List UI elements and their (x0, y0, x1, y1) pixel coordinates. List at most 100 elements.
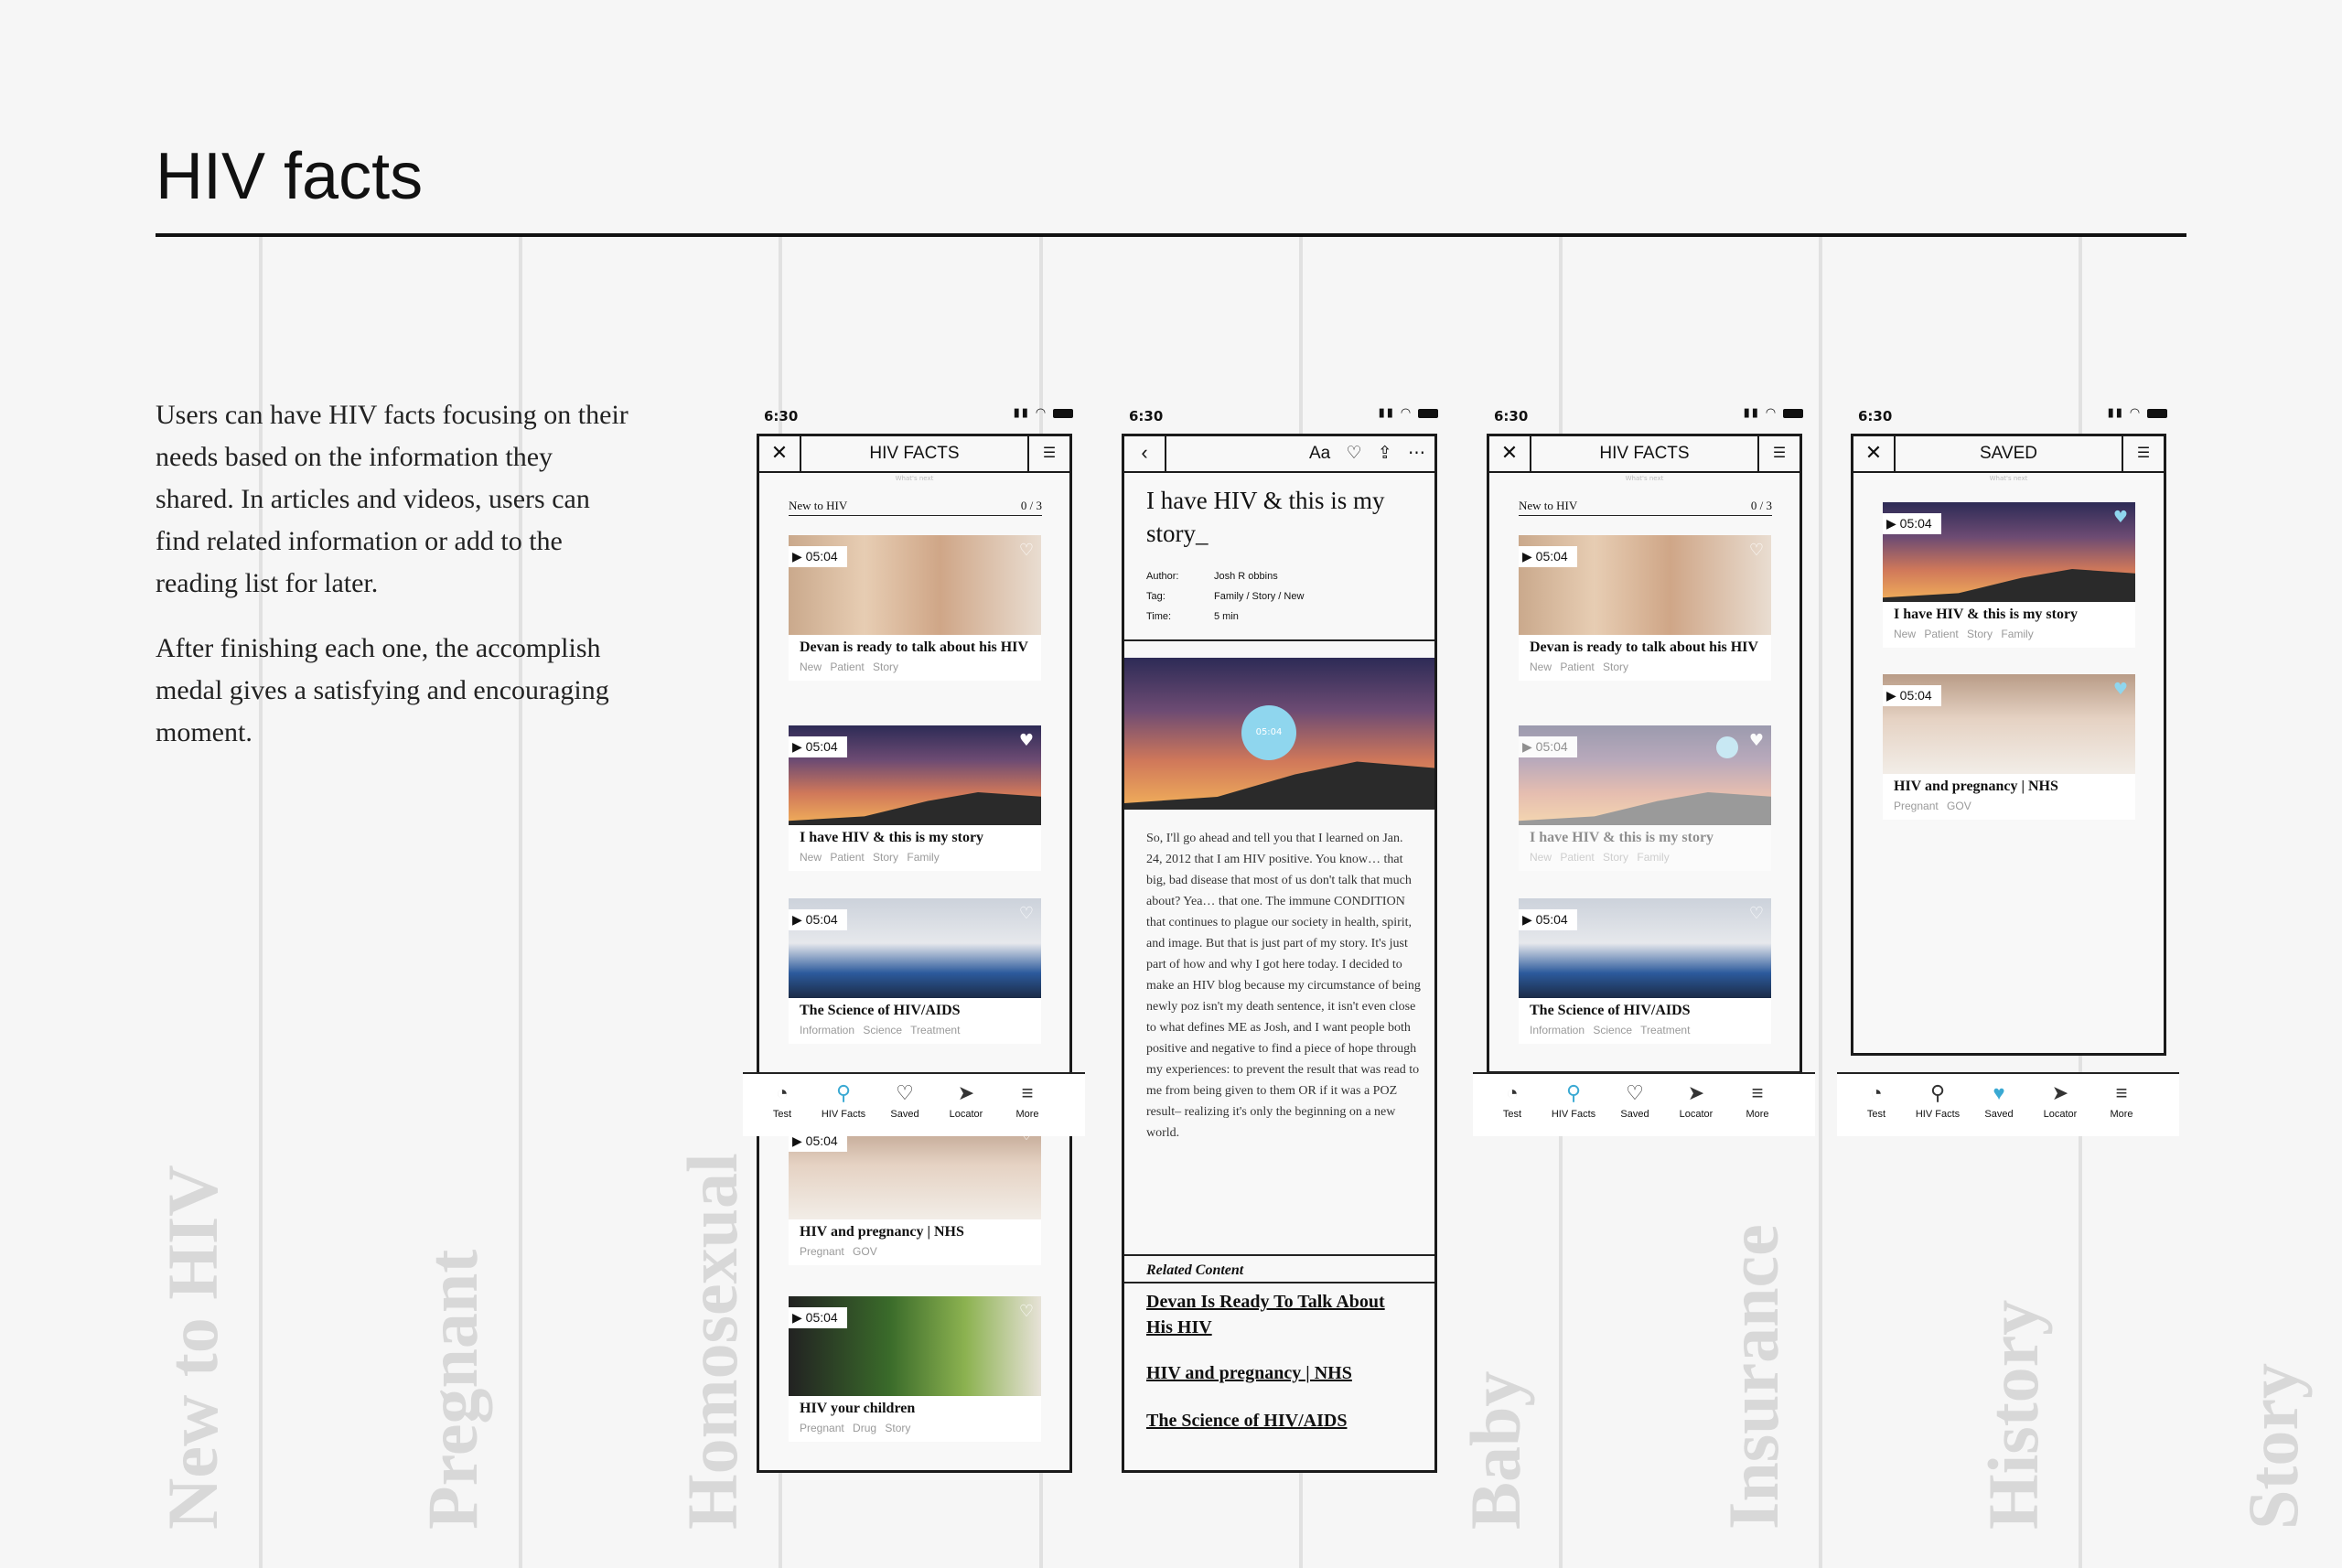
close-icon[interactable]: ✕ (1853, 436, 1896, 471)
tab-more[interactable]: ≡ More (997, 1081, 1058, 1120)
navigation-icon: ➤ (1687, 1081, 1705, 1104)
card-tags: New Patient Story (800, 660, 899, 673)
status-time: 6:30 (764, 408, 799, 424)
video-duration-badge: ▶ 05:04 (1883, 685, 1941, 706)
close-icon[interactable]: ✕ (759, 436, 801, 471)
card-title: Devan is ready to talk about his HIV (800, 639, 1028, 655)
bg-word-insurance: Insurance (1714, 1224, 1793, 1530)
tab-test[interactable]: ◔ Test (1846, 1081, 1907, 1120)
heart-icon[interactable]: ♥ (2113, 510, 2128, 526)
article-card[interactable]: ▶ 05:04 ♡ The Science of HIV/AIDS Inform… (789, 898, 1041, 1044)
article-card[interactable]: ▶ 05:04 ♡ The Science of HIV/AIDS Inform… (1519, 898, 1771, 1044)
card-tags: Pregnant GOV (800, 1245, 877, 1258)
heart-icon[interactable]: ♡ (1019, 906, 1034, 922)
article-card[interactable]: ▶ 05:04 ♡ HIV and pregnancy | NHS Pregna… (789, 1120, 1041, 1265)
card-tags: New Patient Story Family (1894, 628, 2034, 640)
related-content-heading: Related Content (1146, 1262, 1244, 1278)
article-thumbnail: ▶ 05:04 ♡ (789, 535, 1041, 635)
heart-icon[interactable]: ♡ (1749, 906, 1764, 922)
tab-locator[interactable]: ➤ Locator (936, 1081, 996, 1120)
signal-icon: ▮▮ ◠ (2108, 406, 2167, 420)
tab-saved[interactable]: ♥ Saved (1969, 1081, 2029, 1120)
tab-more[interactable]: ≡ More (2091, 1081, 2152, 1120)
card-title: I have HIV & this is my story (1894, 607, 2079, 622)
tab-hiv-facts[interactable]: ⚲ HIV Facts (1543, 1081, 1604, 1120)
video-player[interactable]: 05:04 (1124, 658, 1434, 810)
app-header: ✕ HIV FACTS ☰ (759, 436, 1069, 473)
article-card[interactable]: ▶ 05:04 ♡ Devan is ready to talk about h… (789, 535, 1041, 681)
article-header: ‹ Aa ♡ ⇪ ⋯ (1124, 436, 1434, 473)
tab-more[interactable]: ≡ More (1727, 1081, 1788, 1120)
menu-icon: ≡ (1021, 1081, 1034, 1104)
tab-hiv-facts[interactable]: ⚲ HIV Facts (1907, 1081, 1968, 1120)
heart-icon[interactable]: ♥ (1749, 733, 1764, 749)
description-paragraph-2: After finishing each one, the accomplish… (156, 633, 609, 747)
medal-icon (1716, 736, 1738, 758)
section-title: New to HIV (789, 499, 848, 512)
article-thumbnail: ▶ 05:04 ♡ (789, 898, 1041, 998)
saved-card[interactable]: ▶ 05:04 ♥ I have HIV & this is my story … (1883, 502, 2135, 648)
font-size-button[interactable]: Aa (1309, 444, 1330, 463)
tab-bar: ◔ Test ⚲ HIV Facts ♥ Saved ➤ Locator ≡ More (1837, 1072, 2179, 1136)
heart-icon[interactable]: ♥ (2113, 682, 2128, 698)
play-button[interactable]: 05:04 (1241, 705, 1296, 760)
related-link[interactable]: Devan Is Ready To Talk About His HIV (1146, 1289, 1393, 1340)
filter-icon[interactable]: ☰ (2122, 436, 2164, 471)
video-duration-badge: ▶ 05:04 (789, 546, 847, 567)
video-duration-badge: ▶ 05:04 (1519, 546, 1577, 567)
filter-icon[interactable]: ☰ (1027, 436, 1069, 471)
status-bar: 6:30 ▮▮ ◠ (1858, 403, 2167, 430)
author-label: Author: (1146, 571, 1179, 582)
back-icon[interactable]: ‹ (1124, 436, 1166, 471)
time-label: Time: (1146, 611, 1172, 622)
heart-icon[interactable]: ♡ (1346, 444, 1361, 463)
share-icon[interactable]: ⇪ (1378, 444, 1392, 463)
related-link[interactable]: The Science of HIV/AIDS (1146, 1408, 1347, 1434)
card-tags: Pregnant Drug Story (800, 1422, 911, 1434)
whats-next-label: What's next (1625, 475, 1664, 482)
tab-test[interactable]: ◔ Test (752, 1081, 812, 1120)
heart-icon[interactable]: ♡ (1019, 1304, 1034, 1320)
tag-value: Family / Story / New (1214, 591, 1305, 602)
article-card-completed[interactable]: ▶ 05:04 ♥ I have HIV & this is my story … (1519, 725, 1771, 871)
tab-saved[interactable]: ♡ Saved (1605, 1081, 1665, 1120)
heart-outline-icon: ♡ (896, 1081, 914, 1104)
phone-hiv-facts-completed: ✕ HIV FACTS ☰ What's next New to HIV 0 /… (1487, 434, 1802, 1074)
section-header: New to HIV 0 / 3 (1519, 499, 1772, 516)
card-title: The Science of HIV/AIDS (1530, 1003, 1691, 1018)
bg-word-pregnant: Pregnant (413, 1249, 492, 1530)
tab-locator[interactable]: ➤ Locator (2030, 1081, 2090, 1120)
menu-icon: ≡ (1751, 1081, 1764, 1104)
article-thumbnail: ▶ 05:04 ♥ (789, 725, 1041, 825)
ribbon-icon: ⚲ (835, 1081, 852, 1104)
video-duration-badge: ▶ 05:04 (1519, 736, 1577, 757)
signal-icon: ▮▮ ◠ (1744, 406, 1803, 420)
title-divider (156, 233, 2186, 237)
phone-hiv-facts: ✕ HIV FACTS ☰ What's next New to HIV 0 /… (757, 434, 1072, 1473)
heart-icon[interactable]: ♡ (1749, 542, 1764, 559)
tab-locator[interactable]: ➤ Locator (1666, 1081, 1726, 1120)
heart-icon[interactable]: ♥ (1019, 733, 1034, 749)
saved-card[interactable]: ▶ 05:04 ♥ HIV and pregnancy | NHS Pregna… (1883, 674, 2135, 820)
related-link[interactable]: HIV and pregnancy | NHS (1146, 1360, 1352, 1386)
app-header: ✕ HIV FACTS ☰ (1489, 436, 1799, 473)
article-card[interactable]: ▶ 05:04 ♡ Devan is ready to talk about h… (1519, 535, 1771, 681)
video-duration-badge: ▶ 05:04 (789, 909, 847, 930)
filter-icon[interactable]: ☰ (1757, 436, 1799, 471)
article-card[interactable]: ▶ 05:04 ♥ I have HIV & this is my story … (789, 725, 1041, 871)
heart-icon[interactable]: ♡ (1019, 542, 1034, 559)
article-meta: Author: Josh R obbins Tag: Family / Story … (1146, 566, 1304, 627)
tab-test[interactable]: ◔ Test (1482, 1081, 1542, 1120)
test-icon: ◔ (1506, 1081, 1519, 1104)
tab-saved[interactable]: ♡ Saved (875, 1081, 935, 1120)
card-tags: New Patient Story Family (1530, 851, 1670, 864)
status-time: 6:30 (1494, 408, 1529, 424)
close-icon[interactable]: ✕ (1489, 436, 1531, 471)
article-card[interactable]: ▶ 05:04 ♡ HIV your children Pregnant Dru… (789, 1296, 1041, 1442)
navigation-icon: ➤ (957, 1081, 975, 1104)
article-title: I have HIV & this is my story_ (1146, 487, 1385, 547)
tag-label: Tag: (1146, 591, 1166, 602)
phone-article: ‹ Aa ♡ ⇪ ⋯ I have HIV & this is my story… (1122, 434, 1437, 1473)
tab-hiv-facts[interactable]: ⚲ HIV Facts (813, 1081, 874, 1120)
more-icon[interactable]: ⋯ (1408, 444, 1425, 463)
